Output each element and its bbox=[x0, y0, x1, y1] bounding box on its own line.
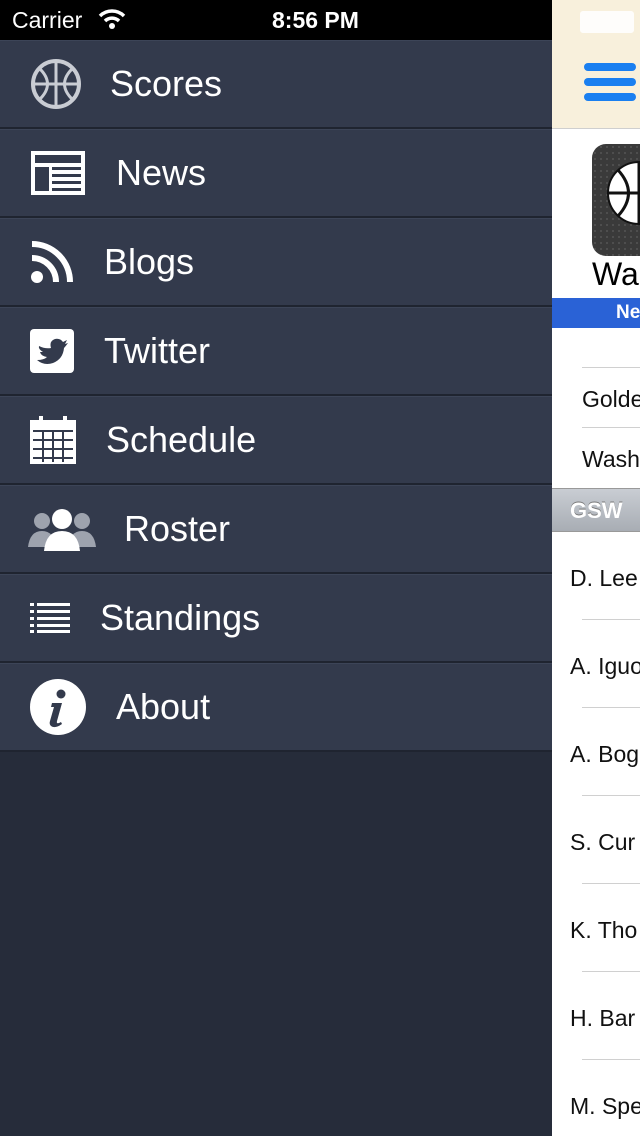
player-row[interactable]: M. Spe bbox=[570, 1093, 640, 1120]
menu-item-twitter[interactable]: Twitter bbox=[0, 307, 552, 396]
player-row[interactable]: D. Lee bbox=[570, 565, 638, 592]
calendar-icon bbox=[30, 416, 76, 464]
info-icon bbox=[30, 679, 86, 735]
menu-label: Schedule bbox=[106, 419, 257, 460]
newspaper-icon bbox=[30, 150, 86, 196]
score-row: Golde bbox=[582, 386, 640, 412]
menu-item-roster[interactable]: Roster bbox=[0, 485, 552, 574]
player-row[interactable]: A. Bog bbox=[570, 741, 639, 768]
navigation-bar bbox=[552, 0, 640, 129]
hamburger-menu-icon[interactable] bbox=[584, 63, 636, 108]
menu-label: News bbox=[116, 152, 207, 193]
section-header: GSW bbox=[552, 488, 640, 532]
basketball-icon bbox=[30, 58, 82, 110]
divider bbox=[582, 707, 640, 708]
people-icon bbox=[28, 507, 96, 551]
clock: 8:56 PM bbox=[272, 7, 359, 33]
list-icon bbox=[30, 603, 70, 633]
divider bbox=[582, 795, 640, 796]
battery-icon bbox=[580, 11, 634, 33]
divider bbox=[582, 427, 640, 428]
divider bbox=[582, 367, 640, 368]
divider bbox=[582, 883, 640, 884]
player-row[interactable]: S. Cur bbox=[570, 829, 635, 856]
menu-label: About bbox=[116, 686, 211, 727]
carrier-label: Carrier bbox=[12, 7, 83, 33]
menu-item-blogs[interactable]: Blogs bbox=[0, 218, 552, 307]
tab-bar[interactable]: Ne bbox=[552, 298, 640, 328]
content-panel: Wa Ne Golde Wash GSW D. Lee A. Iguo A. B… bbox=[552, 0, 640, 1136]
menu-label: Blogs bbox=[104, 241, 195, 282]
divider bbox=[582, 1059, 640, 1060]
section-header-label: GSW bbox=[570, 498, 623, 523]
menu-item-news[interactable]: News bbox=[0, 129, 552, 218]
menu-label: Roster bbox=[124, 508, 231, 549]
wifi-icon bbox=[98, 9, 126, 29]
score-row: Wash bbox=[582, 446, 640, 472]
player-row[interactable]: H. Bar bbox=[570, 1005, 635, 1032]
menu-label: Twitter bbox=[104, 330, 211, 371]
team-name: Wa bbox=[592, 256, 639, 292]
menu-label: Scores bbox=[110, 63, 223, 104]
side-menu: Scores News Blogs Twitter Schedule Roste… bbox=[0, 40, 552, 1136]
menu-item-standings[interactable]: Standings bbox=[0, 574, 552, 663]
status-bar: Carrier 8:56 PM bbox=[0, 0, 552, 40]
basketball-icon bbox=[607, 161, 640, 225]
menu-label: Standings bbox=[100, 597, 261, 638]
menu-item-scores[interactable]: Scores bbox=[0, 40, 552, 129]
divider bbox=[582, 619, 640, 620]
menu-item-about[interactable]: About bbox=[0, 663, 552, 752]
rss-icon bbox=[30, 240, 74, 284]
twitter-icon bbox=[30, 329, 74, 373]
player-row[interactable]: K. Tho bbox=[570, 917, 637, 944]
tab-label: Ne bbox=[616, 302, 640, 323]
divider bbox=[582, 971, 640, 972]
team-logo bbox=[592, 144, 640, 256]
player-row[interactable]: A. Iguo bbox=[570, 653, 640, 680]
menu-item-schedule[interactable]: Schedule bbox=[0, 396, 552, 485]
